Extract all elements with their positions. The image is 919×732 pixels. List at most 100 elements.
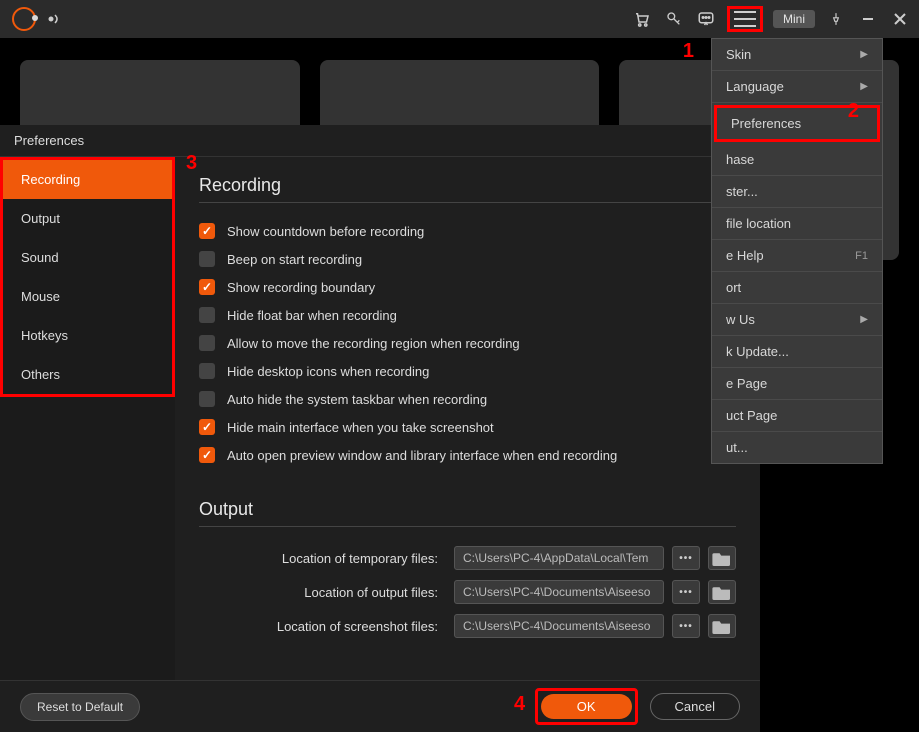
output-label: Location of temporary files: xyxy=(199,551,446,566)
reset-to-default-button[interactable]: Reset to Default xyxy=(20,693,140,721)
checkbox-label: Auto open preview window and library int… xyxy=(227,448,617,463)
minimize-icon[interactable] xyxy=(857,8,879,30)
sidebar-item-hotkeys[interactable]: Hotkeys xyxy=(3,316,172,355)
output-path-input[interactable] xyxy=(454,546,664,570)
browse-button[interactable]: ••• xyxy=(672,580,700,604)
menu-open-file-location[interactable]: file location xyxy=(712,208,882,240)
ok-button-highlight: OK xyxy=(535,688,638,725)
dialog-body: Recording Output Sound Mouse Hotkeys Oth… xyxy=(0,157,760,680)
menu-about[interactable]: ut... xyxy=(712,432,882,463)
checkbox[interactable] xyxy=(199,307,215,323)
menu-label: ort xyxy=(726,280,741,295)
pin-icon[interactable] xyxy=(825,8,847,30)
output-path-input[interactable] xyxy=(454,614,664,638)
sidebar-item-others[interactable]: Others xyxy=(3,355,172,394)
menu-product-page[interactable]: uct Page xyxy=(712,400,882,432)
recording-option-row: Hide float bar when recording xyxy=(199,301,736,329)
menu-check-update[interactable]: k Update... xyxy=(712,336,882,368)
menu-skin[interactable]: Skin ▶ xyxy=(712,39,882,71)
menu-label: e Page xyxy=(726,376,767,391)
recording-option-row: Show countdown before recording xyxy=(199,217,736,245)
close-icon[interactable] xyxy=(889,8,911,30)
menu-label: Skin xyxy=(726,47,751,62)
preferences-content[interactable]: Recording Show countdown before recordin… xyxy=(175,157,760,680)
output-label: Location of screenshot files: xyxy=(199,619,446,634)
checkbox-label: Allow to move the recording region when … xyxy=(227,336,520,351)
menu-label: w Us xyxy=(726,312,755,327)
checkbox[interactable] xyxy=(199,447,215,463)
output-path-row: Location of screenshot files: ••• xyxy=(199,609,736,643)
menu-shortcut: F1 xyxy=(855,250,868,262)
sidebar-item-recording[interactable]: Recording xyxy=(3,160,172,199)
section-title-recording: Recording xyxy=(199,175,736,203)
checkbox[interactable] xyxy=(199,251,215,267)
dialog-footer: Reset to Default OK Cancel xyxy=(0,680,760,732)
chevron-right-icon: ▶ xyxy=(860,314,868,325)
menu-label: Language xyxy=(726,79,784,94)
menu-support[interactable]: ort xyxy=(712,272,882,304)
dialog-title: Preferences xyxy=(14,133,84,148)
recording-option-row: Hide main interface when you take screen… xyxy=(199,413,736,441)
browse-button[interactable]: ••• xyxy=(672,614,700,638)
dialog-header: Preferences ✕ xyxy=(0,125,760,157)
mini-button[interactable]: Mini xyxy=(773,10,815,28)
feedback-icon[interactable] xyxy=(695,8,717,30)
output-path-row: Location of output files:••• xyxy=(199,575,736,609)
menu-purchase[interactable]: hase xyxy=(712,144,882,176)
preferences-sidebar: Recording Output Sound Mouse Hotkeys Oth… xyxy=(0,157,175,680)
menu-button[interactable] xyxy=(734,11,756,27)
menu-label: e Help xyxy=(726,248,764,263)
cancel-button[interactable]: Cancel xyxy=(650,693,740,720)
checkbox-label: Hide main interface when you take screen… xyxy=(227,420,494,435)
ok-button[interactable]: OK xyxy=(541,694,632,719)
titlebar: Mini xyxy=(0,0,919,38)
checkbox[interactable] xyxy=(199,363,215,379)
menu-label: ster... xyxy=(726,184,758,199)
menu-label: hase xyxy=(726,152,754,167)
open-folder-icon[interactable] xyxy=(708,614,736,638)
sidebar-item-mouse[interactable]: Mouse xyxy=(3,277,172,316)
menu-follow-us[interactable]: w Us ▶ xyxy=(712,304,882,336)
chevron-right-icon: ▶ xyxy=(860,81,868,92)
recording-option-row: Hide desktop icons when recording xyxy=(199,357,736,385)
browse-button[interactable]: ••• xyxy=(672,546,700,570)
titlebar-left xyxy=(8,7,66,31)
open-folder-icon[interactable] xyxy=(708,580,736,604)
checkbox[interactable] xyxy=(199,335,215,351)
checkbox-label: Hide float bar when recording xyxy=(227,308,397,323)
menu-home-page[interactable]: e Page xyxy=(712,368,882,400)
menu-register[interactable]: ster... xyxy=(712,176,882,208)
checkbox[interactable] xyxy=(199,391,215,407)
checkbox[interactable] xyxy=(199,419,215,435)
menu-label: Preferences xyxy=(731,116,801,131)
recording-option-row: Auto hide the system taskbar when record… xyxy=(199,385,736,413)
recording-option-row: Beep on start recording xyxy=(199,245,736,273)
recording-option-row: Auto open preview window and library int… xyxy=(199,441,736,469)
menu-label: file location xyxy=(726,216,791,231)
output-path-input[interactable] xyxy=(454,580,664,604)
checkbox-label: Hide desktop icons when recording xyxy=(227,364,429,379)
checkbox-label: Show recording boundary xyxy=(227,280,375,295)
sidebar-highlight: Recording Output Sound Mouse Hotkeys Oth… xyxy=(0,157,175,397)
checkbox-label: Beep on start recording xyxy=(227,252,362,267)
cart-icon[interactable] xyxy=(631,8,653,30)
key-icon[interactable] xyxy=(663,8,685,30)
menu-language[interactable]: Language ▶ xyxy=(712,71,882,103)
checkbox-label: Auto hide the system taskbar when record… xyxy=(227,392,487,407)
menu-button-highlight xyxy=(727,6,763,32)
sidebar-item-output[interactable]: Output xyxy=(3,199,172,238)
annotation-2: 2 xyxy=(848,100,859,123)
recording-option-row: Allow to move the recording region when … xyxy=(199,329,736,357)
open-folder-icon[interactable] xyxy=(708,546,736,570)
checkbox[interactable] xyxy=(199,279,215,295)
menu-label: uct Page xyxy=(726,408,777,423)
footer-right: OK Cancel xyxy=(535,688,740,725)
checkbox-label: Show countdown before recording xyxy=(227,224,424,239)
checkbox[interactable] xyxy=(199,223,215,239)
sidebar-item-sound[interactable]: Sound xyxy=(3,238,172,277)
menu-online-help[interactable]: e Help F1 xyxy=(712,240,882,272)
preferences-dialog: Preferences ✕ Recording Output Sound Mou… xyxy=(0,125,760,732)
annotation-1: 1 xyxy=(683,40,694,63)
chevron-right-icon: ▶ xyxy=(860,49,868,60)
titlebar-right: Mini xyxy=(631,6,911,32)
